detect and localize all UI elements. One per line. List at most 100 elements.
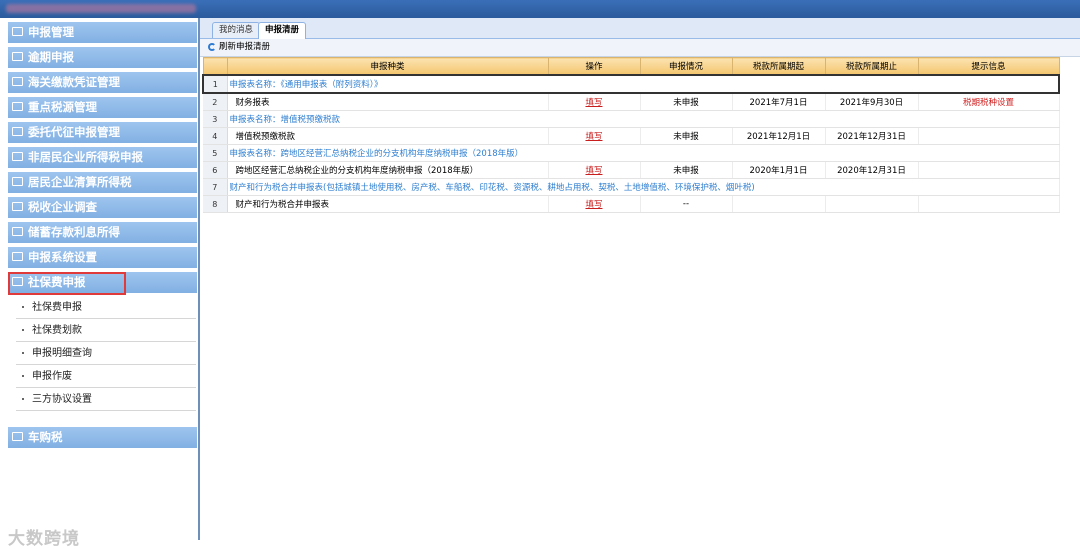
- folder-icon: [12, 52, 23, 61]
- tab-my-messages[interactable]: 我的消息: [212, 22, 261, 38]
- bullet-icon: [22, 306, 24, 308]
- header-row-number: [202, 57, 228, 76]
- subitem-label: 三方协议设置: [32, 394, 92, 405]
- sidebar-item-key-tax-source[interactable]: 重点税源管理: [8, 97, 197, 120]
- period-start: 2021年12月1日: [732, 127, 826, 145]
- declaration-status: 未申报: [640, 161, 733, 179]
- table-row[interactable]: 5 申报表名称：跨地区经营汇总纳税企业的分支机构年度纳税申报（2018年版）: [203, 144, 1060, 162]
- sidebar-item-label: 申报管理: [28, 25, 74, 39]
- tip-link[interactable]: 税期税种设置: [963, 98, 1014, 108]
- sidebar-item-savings-interest[interactable]: 储蓄存款利息所得: [8, 222, 197, 245]
- header-declaration-type[interactable]: 申报种类: [226, 57, 549, 76]
- sidebar-item-label: 申报系统设置: [28, 250, 97, 264]
- sidebar-item-vehicle-purchase-tax[interactable]: 车购税: [8, 427, 197, 450]
- folder-icon: [12, 177, 23, 186]
- refresh-button[interactable]: 刷新申报清册: [208, 41, 270, 54]
- sidebar-item-entrusted-collection[interactable]: 委托代征申报管理: [8, 122, 197, 145]
- subitem-label: 申报作废: [32, 371, 72, 382]
- fill-link[interactable]: 填写: [585, 166, 602, 176]
- sidebar-item-label: 社保费申报: [28, 275, 86, 289]
- sidebar-item-label: 海关缴款凭证管理: [28, 75, 120, 89]
- fill-link[interactable]: 填写: [585, 200, 602, 210]
- folder-icon: [12, 252, 23, 261]
- bullet-icon: [22, 398, 24, 400]
- table-row[interactable]: 6 跨地区经营汇总纳税企业的分支机构年度纳税申报（2018年版） 填写 未申报 …: [203, 161, 1060, 179]
- sidebar-item-declaration-management[interactable]: 申报管理: [8, 22, 197, 45]
- row-number: 8: [203, 195, 228, 213]
- row-number: 4: [203, 127, 228, 145]
- header-status[interactable]: 申报情况: [639, 57, 733, 76]
- sidebar-item-label: 居民企业清算所得税: [28, 175, 132, 189]
- sidebar-item-tax-survey[interactable]: 税收企业调查: [8, 197, 197, 220]
- header-tip[interactable]: 提示信息: [917, 57, 1060, 76]
- blurred-window-title: [6, 4, 196, 13]
- subitem-social-security-declaration[interactable]: 社保费申报: [16, 297, 196, 319]
- row-number: 1: [202, 74, 228, 94]
- declaration-table: 申报种类 操作 申报情况 税款所属期起 税款所属期止 提示信息 1 申报表名称：…: [202, 57, 1060, 213]
- sidebar-item-nonresident-income-tax[interactable]: 非居民企业所得税申报: [8, 147, 197, 170]
- bullet-icon: [22, 375, 24, 377]
- period-end: 2021年12月31日: [825, 127, 919, 145]
- table-row[interactable]: 2 财务报表 填写 未申报 2021年7月1日 2021年9月30日 税期税种设…: [203, 93, 1060, 111]
- subitem-social-security-transfer[interactable]: 社保费划款: [16, 320, 196, 342]
- header-operation[interactable]: 操作: [547, 57, 641, 76]
- fill-link[interactable]: 填写: [585, 98, 602, 108]
- table-row[interactable]: 1 申报表名称：《通用申报表（附列资料）》: [202, 74, 1060, 94]
- subitem-detail-query[interactable]: 申报明细查询: [16, 343, 196, 365]
- row-number: 2: [203, 93, 228, 111]
- table-row[interactable]: 4 增值税预缴税款 填写 未申报 2021年12月1日 2021年12月31日: [203, 127, 1060, 145]
- tip-cell: [918, 127, 1060, 145]
- sidebar-item-customs-payment[interactable]: 海关缴款凭证管理: [8, 72, 197, 95]
- tab-declaration-list[interactable]: 申报清册: [258, 22, 307, 39]
- sidebar-item-label: 非居民企业所得税申报: [28, 150, 143, 164]
- sidebar-item-liquidation-income-tax[interactable]: 居民企业清算所得税: [8, 172, 197, 195]
- table-row[interactable]: 7 财产和行为税合并申报表(包括城镇土地使用税、房产税、车船税、印花税、资源税、…: [203, 178, 1060, 196]
- declaration-name: 跨地区经营汇总纳税企业的分支机构年度纳税申报（2018年版）: [227, 161, 549, 179]
- tip-cell: [918, 195, 1060, 213]
- period-start: 2021年7月1日: [732, 93, 826, 111]
- declaration-name: 增值税预缴税款: [227, 127, 549, 145]
- group-title: 财产和行为税合并申报表(包括城镇土地使用税、房产税、车船税、印花税、资源税、耕地…: [227, 178, 1060, 196]
- folder-icon: [12, 27, 23, 36]
- folder-icon: [12, 227, 23, 236]
- subitem-label: 社保费划款: [32, 325, 82, 336]
- subitem-void-declaration[interactable]: 申报作废: [16, 366, 196, 388]
- table-header-row: 申报种类 操作 申报情况 税款所属期起 税款所属期止 提示信息: [202, 57, 1060, 76]
- header-period-start[interactable]: 税款所属期起: [731, 57, 826, 76]
- sidebar-item-system-settings[interactable]: 申报系统设置: [8, 247, 197, 270]
- watermark: 大数跨境: [8, 529, 80, 549]
- folder-open-icon: [12, 277, 23, 286]
- sidebar-item-label: 储蓄存款利息所得: [28, 225, 120, 239]
- sidebar-item-label: 车购税: [28, 430, 63, 444]
- table-row[interactable]: 8 财产和行为税合并申报表 填写 --: [203, 195, 1060, 213]
- subitem-label: 社保费申报: [32, 302, 82, 313]
- sidebar-item-social-security[interactable]: 社保费申报: [8, 272, 126, 295]
- declaration-status: 未申报: [640, 127, 733, 145]
- group-title: 申报表名称：《通用申报表（附列资料）》: [227, 74, 1060, 94]
- period-end: 2021年9月30日: [825, 93, 919, 111]
- declaration-name: 财务报表: [227, 93, 549, 111]
- sidebar-item-overdue-declaration[interactable]: 逾期申报: [8, 47, 197, 70]
- row-number: 7: [203, 178, 228, 196]
- folder-icon: [12, 102, 23, 111]
- sidebar: 申报管理 逾期申报 海关缴款凭证管理 重点税源管理 委托代征申报管理 非居民企业…: [0, 18, 200, 549]
- subitem-label: 申报明细查询: [32, 348, 92, 359]
- folder-icon: [12, 202, 23, 211]
- period-end: [825, 195, 919, 213]
- sidebar-item-label: 逾期申报: [28, 50, 74, 64]
- table-row[interactable]: 3 申报表名称：增值税预缴税款: [203, 110, 1060, 128]
- main-panel: 我的消息 申报清册 刷新申报清册 申报种类 操作 申报情况 税款所属期起 税款所…: [200, 18, 1080, 540]
- group-title: 申报表名称：增值税预缴税款: [227, 110, 1060, 128]
- window-title-bar: [0, 0, 1080, 18]
- folder-icon: [12, 432, 23, 441]
- folder-icon: [12, 77, 23, 86]
- subitem-tripartite-agreement[interactable]: 三方协议设置: [16, 389, 196, 411]
- folder-icon: [12, 152, 23, 161]
- fill-link[interactable]: 填写: [585, 132, 602, 142]
- toolbar: 刷新申报清册: [200, 39, 1080, 57]
- declaration-status: 未申报: [640, 93, 733, 111]
- sidebar-item-label: 重点税源管理: [28, 100, 97, 114]
- group-title: 申报表名称：跨地区经营汇总纳税企业的分支机构年度纳税申报（2018年版）: [227, 144, 1060, 162]
- header-period-end[interactable]: 税款所属期止: [824, 57, 919, 76]
- period-start: 2020年1月1日: [732, 161, 826, 179]
